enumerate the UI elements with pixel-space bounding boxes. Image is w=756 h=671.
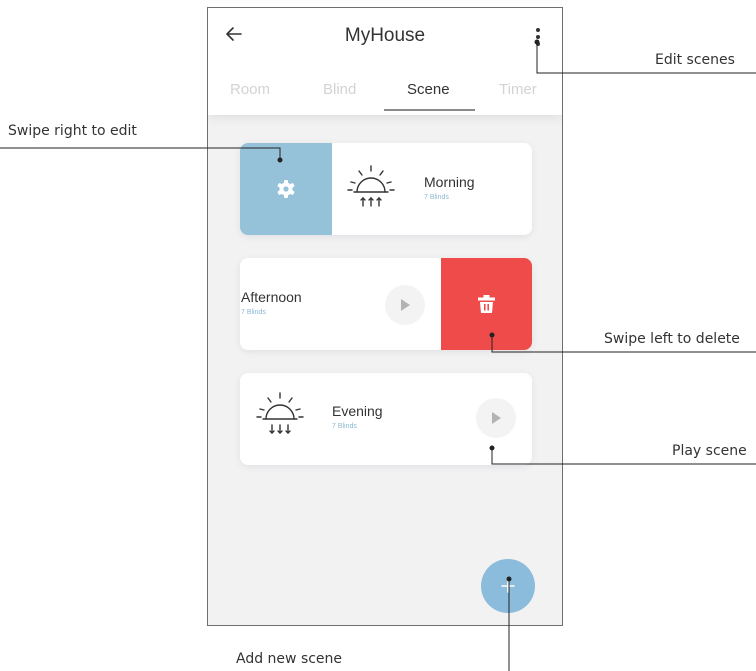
callout-dot-play-scene bbox=[489, 445, 495, 451]
callout-add-scene: Add new scene bbox=[236, 651, 343, 667]
callout-swipe-right: Swipe right to edit bbox=[8, 123, 137, 139]
callout-dot-swipe-right bbox=[277, 157, 283, 163]
callout-line-swipe-right bbox=[0, 147, 281, 160]
callout-edit-scenes: Edit scenes bbox=[655, 52, 735, 68]
callout-dot-add-scene bbox=[506, 576, 512, 582]
callout-play-scene: Play scene bbox=[672, 443, 747, 459]
callout-dot-swipe-left bbox=[489, 332, 495, 338]
callout-dot-edit-scenes bbox=[534, 39, 540, 45]
callout-swipe-left: Swipe left to delete bbox=[604, 331, 740, 347]
